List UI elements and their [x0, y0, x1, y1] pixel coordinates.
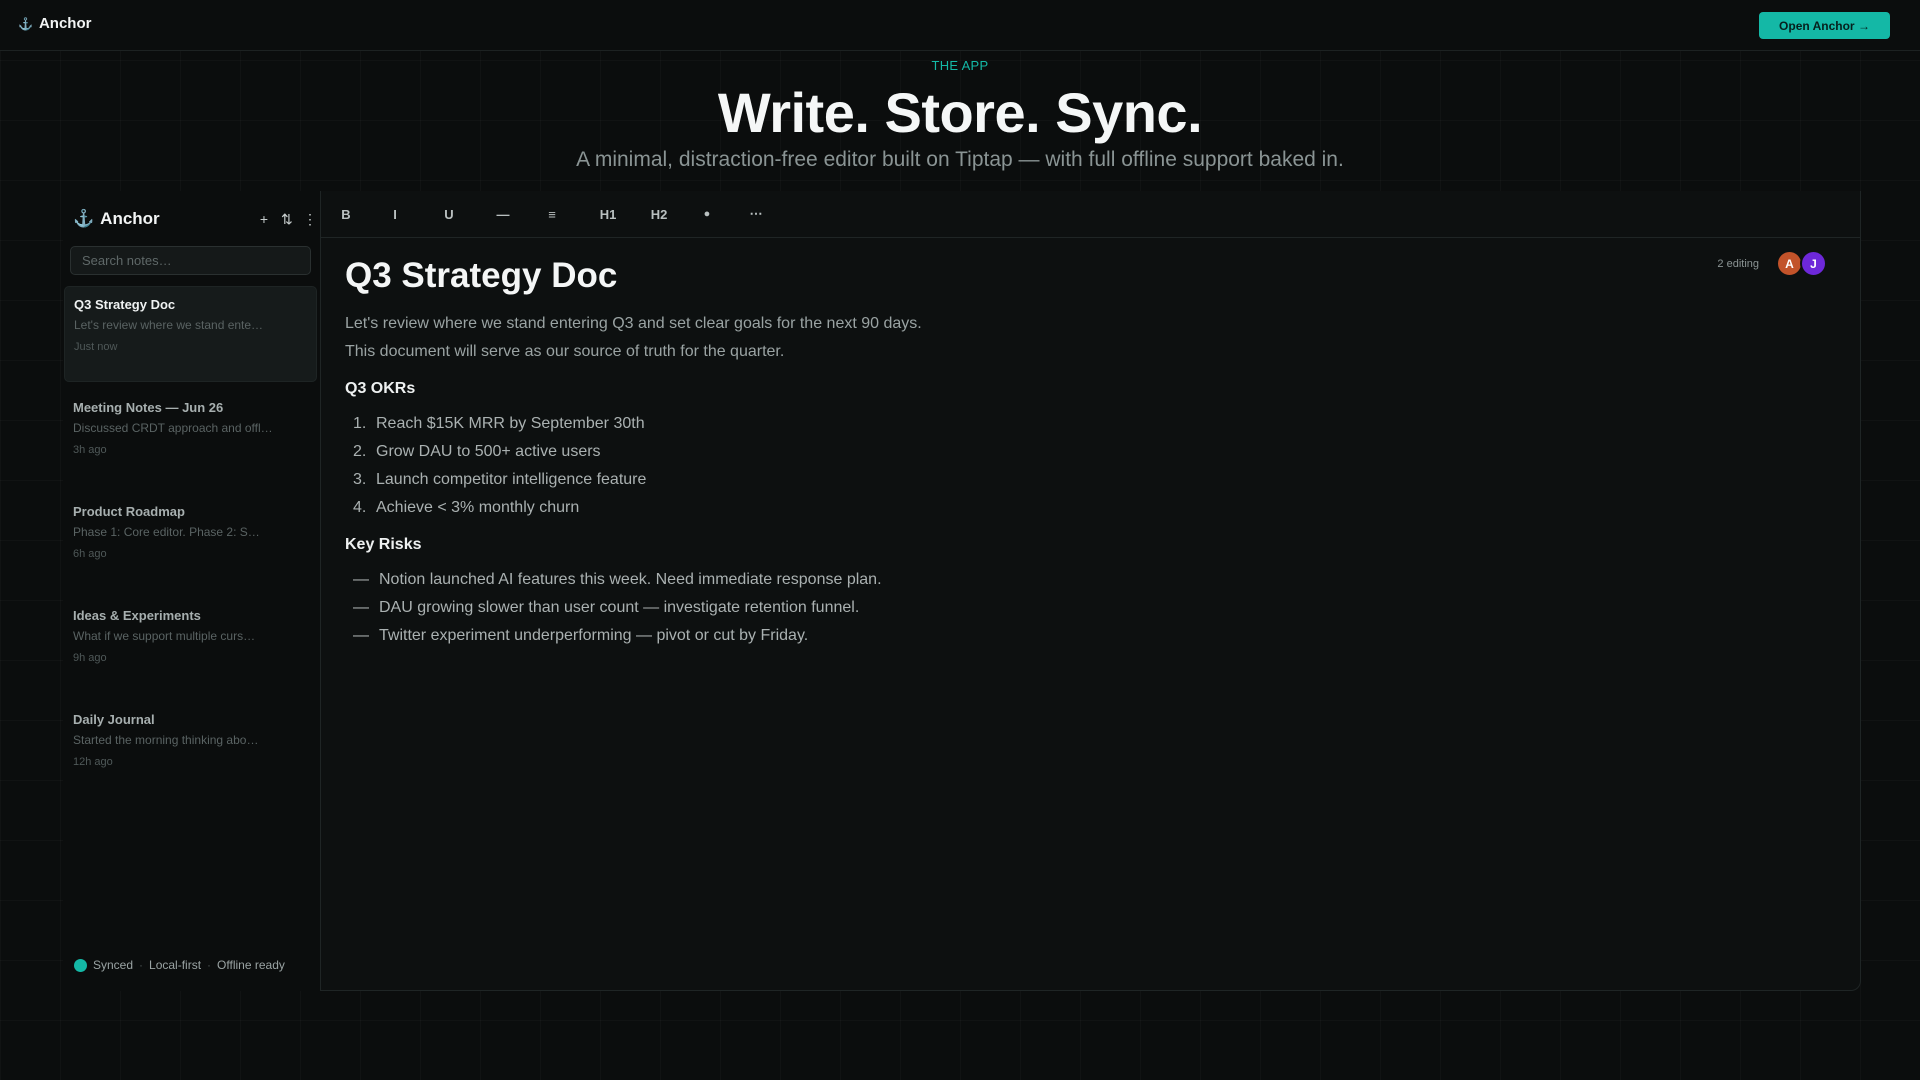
note-item-q3-strategy[interactable]: Q3 Strategy Doc Let's review where we st…: [64, 286, 317, 382]
site-logo[interactable]: ⚓ Anchor: [18, 15, 91, 32]
sort-icon[interactable]: ⇅: [281, 211, 293, 228]
sidebar-brand: ⚓ Anchor: [73, 209, 160, 229]
note-time: 6h ago: [73, 548, 107, 560]
list-item[interactable]: 2. Grow DAU to 500+ active users: [353, 438, 1745, 466]
note-preview: What if we support multiple curs…: [73, 629, 256, 643]
hero-eyebrow: THE APP: [931, 58, 989, 73]
note-title: Meeting Notes — Jun 26: [73, 400, 224, 415]
separator: ·: [139, 958, 144, 972]
list-item[interactable]: 3. Launch competitor intelligence feature: [353, 466, 1745, 494]
synced-label: Synced: [93, 958, 134, 972]
okr-heading[interactable]: Q3 OKRs: [345, 380, 1745, 398]
list-item[interactable]: — Notion launched AI features this week. …: [353, 566, 1745, 594]
bullet-button[interactable]: ●: [695, 199, 719, 229]
more-options-icon[interactable]: ⋮: [303, 211, 317, 228]
heading2-button[interactable]: H2: [645, 199, 673, 229]
sidebar-actions: + ⇅ ⋮: [259, 211, 317, 228]
list-item[interactable]: — Twitter experiment underperforming — pi…: [353, 622, 1745, 650]
note-time: Just now: [74, 341, 118, 353]
note-item-daily-journal[interactable]: Daily Journal Started the morning thinki…: [64, 702, 317, 798]
document-paragraph[interactable]: This document will serve as our source o…: [345, 338, 1745, 366]
note-title: Q3 Strategy Doc: [74, 297, 176, 312]
sync-status-dot-icon: [74, 958, 87, 972]
hero-subtitle: A minimal, distraction-free editor built…: [576, 148, 1344, 171]
note-title: Ideas & Experiments: [73, 608, 201, 623]
italic-button[interactable]: I: [383, 199, 407, 229]
app-window: ⚓ Anchor + ⇅ ⋮ Q3 Strategy Doc Let's rev…: [63, 191, 1861, 991]
okr-list: 1. Reach $15K MRR by September 30th 2. Gro…: [353, 410, 1745, 522]
note-time: 3h ago: [73, 444, 107, 456]
sidebar-header: ⚓ Anchor + ⇅ ⋮: [73, 206, 317, 232]
list-item[interactable]: — DAU growing slower than user count — in…: [353, 594, 1745, 622]
formatting-toolbar: B I U — ≡ H1 H2 ● ⋯: [321, 191, 1861, 238]
editor-pane: B I U — ≡ H1 H2 ● ⋯ 2 editing A J Q3 Str…: [320, 191, 1861, 991]
note-item-product-roadmap[interactable]: Product Roadmap Phase 1: Core editor. Ph…: [64, 494, 317, 590]
sidebar: ⚓ Anchor + ⇅ ⋮ Q3 Strategy Doc Let's rev…: [63, 191, 320, 991]
note-title: Daily Journal: [73, 712, 155, 727]
note-preview: Started the morning thinking abo…: [73, 733, 259, 747]
brand-name: Anchor: [38, 15, 92, 32]
open-anchor-button[interactable]: Open Anchor →: [1759, 12, 1890, 39]
note-time: 9h ago: [73, 652, 107, 664]
local-first-label: Local-first: [149, 958, 202, 972]
note-time: 12h ago: [73, 756, 113, 768]
bold-button[interactable]: B: [334, 199, 358, 229]
anchor-icon: ⚓: [18, 16, 33, 31]
document-body[interactable]: Q3 Strategy Doc Let's review where we st…: [345, 256, 1745, 650]
hero-title: Write. Store. Sync.: [717, 81, 1203, 144]
document-paragraph[interactable]: Let's review where we stand entering Q3 …: [345, 310, 1745, 338]
top-navbar: ⚓ Anchor Open Anchor →: [0, 0, 1920, 51]
offline-ready-label: Offline ready: [217, 958, 285, 972]
sync-status: Synced · Local-first · Offline ready: [74, 958, 285, 972]
note-preview: Let's review where we stand ente…: [74, 318, 264, 332]
risks-list: — Notion launched AI features this week. …: [353, 566, 1745, 650]
note-preview: Phase 1: Core editor. Phase 2: S…: [73, 525, 260, 539]
note-item-ideas[interactable]: Ideas & Experiments What if we support m…: [64, 598, 317, 694]
more-formatting-icon[interactable]: ⋯: [744, 199, 768, 229]
anchor-icon: ⚓: [73, 209, 95, 228]
list-item[interactable]: 1. Reach $15K MRR by September 30th: [353, 410, 1745, 438]
avatar[interactable]: A: [1776, 250, 1803, 277]
horizontal-rule-button[interactable]: —: [491, 199, 515, 229]
note-preview: Discussed CRDT approach and offl…: [73, 421, 273, 435]
list-item[interactable]: 4. Achieve < 3% monthly churn: [353, 494, 1745, 522]
avatar[interactable]: J: [1800, 250, 1827, 277]
sidebar-brand-name: Anchor: [100, 209, 160, 228]
document-title[interactable]: Q3 Strategy Doc: [345, 256, 1745, 296]
heading1-button[interactable]: H1: [594, 199, 622, 229]
risks-heading[interactable]: Key Risks: [345, 536, 1745, 554]
notes-list: Q3 Strategy Doc Let's review where we st…: [64, 286, 317, 806]
note-title: Product Roadmap: [73, 504, 185, 519]
search-notes-input[interactable]: [70, 246, 311, 275]
note-item-meeting-notes[interactable]: Meeting Notes — Jun 26 Discussed CRDT ap…: [64, 390, 317, 486]
underline-button[interactable]: U: [437, 199, 461, 229]
separator: ·: [207, 958, 212, 972]
list-button[interactable]: ≡: [540, 199, 564, 229]
new-note-icon[interactable]: +: [259, 211, 269, 228]
